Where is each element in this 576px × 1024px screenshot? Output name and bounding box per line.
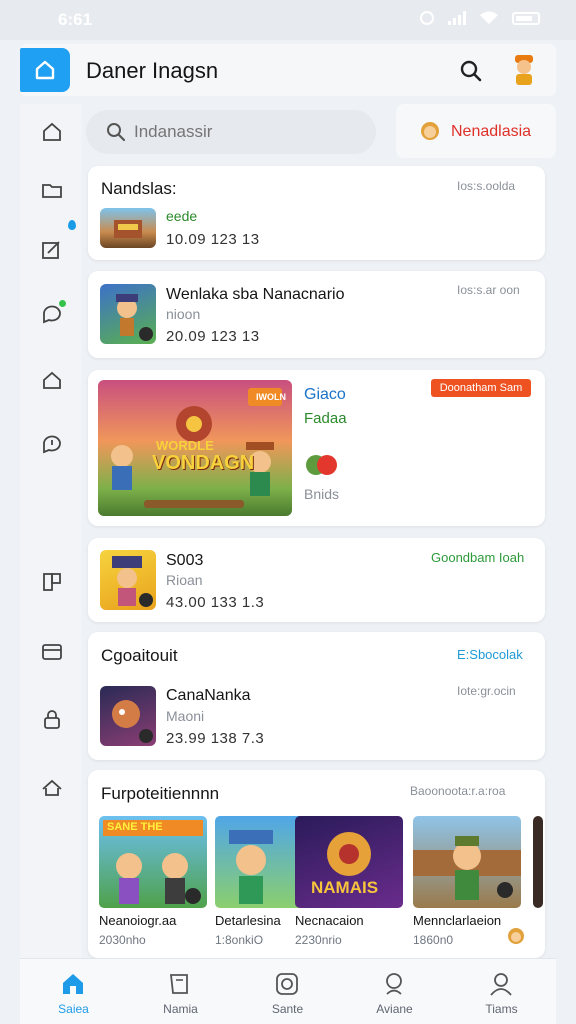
home-outline-icon[interactable] [40,776,64,800]
promo-badge[interactable]: Doonatham Sam [431,379,531,397]
tile-art-text: NAMAIS [311,878,379,897]
game-tile[interactable]: NAMAIS [295,816,403,908]
battery-icon [512,11,540,25]
bottom-nav: Saiea Namia Sante Aviane Tiams [20,958,556,1024]
art-top-text: WORDLE [156,438,214,453]
tile-name: Mennclarlaeion [413,913,502,928]
edit-icon[interactable] [40,238,64,262]
wallet-icon[interactable] [40,640,64,664]
search-icon [107,123,126,142]
search-input[interactable] [134,122,354,142]
search-bar[interactable] [86,110,376,154]
game-thumbnail [100,550,156,610]
library-icon[interactable] [40,570,64,594]
section-title: Cgoaitouit [101,646,178,665]
game-card[interactable]: Nandslas: Ios:s.oolda eede 10.09 123 13 [88,166,545,260]
online-dot [59,300,66,307]
nav-home[interactable]: Saiea [20,959,127,1024]
game-thumbnail [100,284,156,344]
card-stats: 43.00 133 1.3 [166,594,265,611]
card-title: S003 [166,552,204,569]
game-thumbnail [100,686,156,746]
home-icon [63,974,83,994]
art-badge: IWOLN [256,392,286,402]
signal-icon [448,11,466,25]
card-meta: Ios:s.oolda [457,179,516,193]
card-subtitle: nioon [166,306,201,322]
game-tile[interactable] [413,816,521,908]
tile-name: Detarlesina [215,913,281,928]
nav-label: Namia [163,1002,198,1016]
lock-icon[interactable] [40,708,64,732]
nav-camera[interactable]: Sante [234,959,341,1024]
profile-name: Nenadlasia [451,123,532,140]
card-meta: Goondbam Ioah [431,550,525,565]
nav-label: Aviane [376,1002,413,1016]
card-subtitle: eede [166,208,198,224]
nav-label: Saiea [58,1002,89,1016]
tile-name: Neanoiogr.aa [99,913,177,928]
section-meta: Baoonoota:r.a:roa [410,784,506,798]
card-stats: 23.99 138 7.3 [166,730,265,747]
card-title: Nandslas: [101,179,177,198]
search-person-icon [386,973,402,995]
alarm-icon [420,11,434,25]
section-link[interactable]: E:Sbocolak [457,647,523,662]
status-bar: 6:61 [0,0,576,40]
camera-icon [276,973,298,995]
card-meta: Ios:s.ar oon [457,283,520,297]
wifi-icon [480,11,498,24]
home-icon[interactable] [40,120,64,144]
art-title: VONDAGN [152,452,255,474]
home-outline-icon [35,60,55,80]
featured-game-art: WORDLE VONDAGN IWOLN [98,380,292,516]
game-tile[interactable]: SANE THE [99,816,207,908]
user-avatar-icon[interactable] [506,52,542,88]
game-card[interactable]: Wenlaka sba Nanacnario Ios:s.ar oon nioo… [88,271,545,358]
nav-discover[interactable]: Aviane [341,959,448,1024]
app-logo-button[interactable] [20,48,70,92]
card-subtitle: Rioan [166,572,203,588]
game-card[interactable]: S003 Rioan 43.00 133 1.3 Goondbam Ioah [88,538,545,622]
nav-label: Sante [271,1002,304,1016]
card-title: CanaNanka [166,687,251,704]
app-title: Daner Inagsn [86,58,219,83]
status-icons [420,11,540,25]
card-meta: Iote:gr.ocin [457,684,516,698]
card-subtitle: Maoni [166,708,205,724]
profile-chip[interactable]: Nenadlasia [396,104,556,158]
nav-label: Tiams [485,1002,518,1016]
app-header: Daner Inagsn [20,44,556,96]
card-title: Giaco [304,386,346,403]
house-icon[interactable] [40,368,64,392]
folder-icon[interactable] [40,178,64,202]
game-thumbnail [100,208,156,248]
tile-art-text: SANE THE [107,821,163,833]
notification-dot [68,220,76,230]
tile-count: 1860n0 [413,933,454,947]
card-subtitle: Fadaa [304,410,347,427]
card-title: Wenlaka sba Nanacnario [166,286,345,303]
game-tile-partial[interactable] [533,816,543,908]
card-stats: 20.09 123 13 [166,328,260,345]
profile-icon [490,973,512,996]
tile-name: Necnacaion [295,913,364,928]
section-title: Furpoteitiennnn [101,784,220,803]
card-stats: 10.09 123 13 [166,231,260,248]
search-icon[interactable] [456,56,486,86]
tile-count: 2030nho [99,933,146,947]
avatar-icon [421,122,439,140]
avatar-icon [508,928,524,944]
message-icon[interactable] [40,432,64,456]
book-icon [169,974,188,994]
nav-library[interactable]: Namia [127,959,234,1024]
status-time: 6:61 [58,10,93,29]
tile-count: 1:8onkiO [215,933,264,947]
nav-profile[interactable]: Tiams [448,959,555,1024]
tile-count: 2230nrio [295,933,342,947]
card-label: Bnids [304,486,340,502]
section-card: Cgoaitouit E:Sbocolak CanaNanka Maoni 23… [88,632,545,760]
sidebar [20,104,82,960]
players-icon [306,455,337,475]
